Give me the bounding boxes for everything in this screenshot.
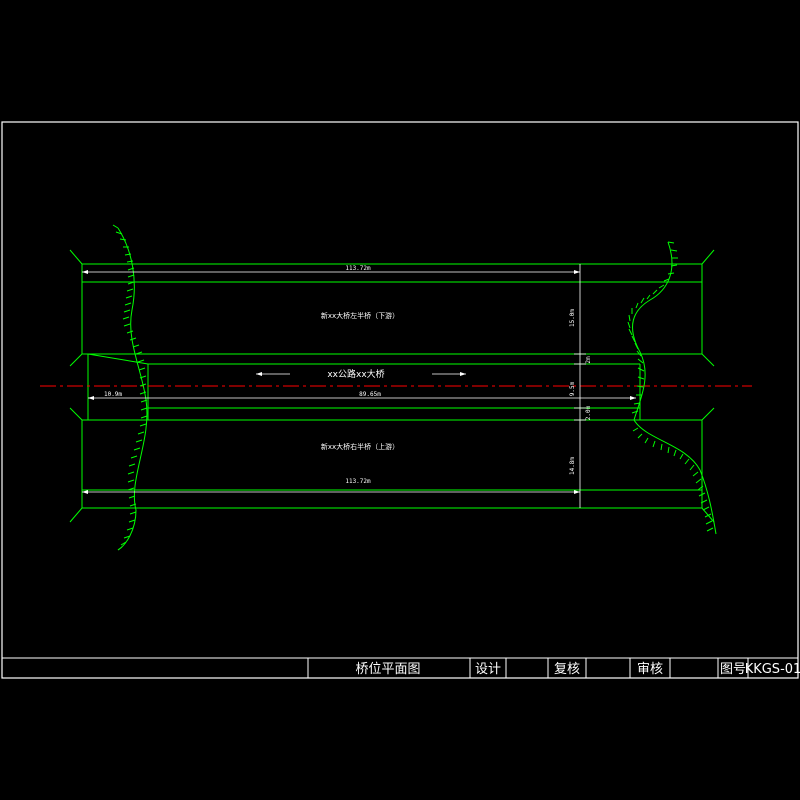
drawing-frame (1, 121, 799, 679)
dimension-arrows (82, 270, 636, 494)
left-bottom-length-label: 113.72m (345, 478, 371, 485)
left-top-length-label: 113.72m (345, 265, 371, 272)
left-half-bridge-label: 新xx大桥左半桥（下游） (321, 311, 399, 320)
left-width-label: 15.0m (569, 309, 576, 327)
main-length-label: 89.65m (359, 391, 381, 398)
right-width-label: 14.8m (569, 457, 576, 475)
main-bridge (87, 353, 641, 420)
right-gap-label: 2.0m (585, 405, 592, 420)
drawing-no-label: 图号 (720, 662, 746, 677)
main-bridge-label: xx公路xx大桥 (327, 368, 384, 380)
review-label: 复核 (554, 662, 580, 677)
audit-label: 审核 (637, 662, 663, 677)
right-half-bridge-label: 新xx大桥右半桥（上游） (321, 442, 399, 451)
design-label: 设计 (475, 662, 501, 677)
bridge-plan-drawing: 113.72m 113.72m 10.9m 89.65m 15.0m 2m 9.… (1, 121, 800, 679)
right-half-bridge (69, 407, 715, 523)
left-gap-label: 2m (585, 356, 592, 364)
drawing-no: KKGS-01 (745, 662, 800, 677)
left-bank-terrain (112, 224, 148, 551)
left-half-bridge (69, 249, 715, 367)
left-offset-label: 10.9m (104, 391, 122, 398)
main-width-label: 9.5m (569, 381, 576, 396)
drawing-title: 桥位平面图 (355, 662, 420, 677)
